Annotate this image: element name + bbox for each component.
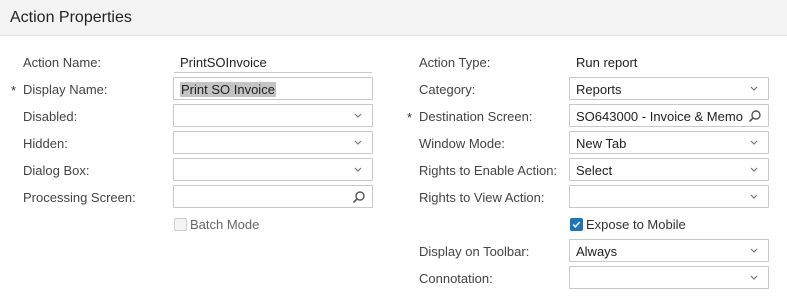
chevron-down-icon	[750, 140, 758, 145]
chevron-down-icon	[750, 248, 758, 253]
page-title: Action Properties	[10, 9, 132, 26]
batch-mode-checkbox[interactable]	[174, 218, 187, 231]
destination-screen-lookup[interactable]: SO643000 - Invoice & Memo	[569, 104, 769, 127]
expose-mobile-label: Expose to Mobile	[586, 217, 686, 232]
category-select[interactable]: Reports	[569, 77, 769, 100]
hidden-select[interactable]	[173, 131, 373, 154]
hidden-label: Hidden:	[23, 136, 68, 151]
chevron-down-icon	[750, 167, 758, 172]
required-marker: *	[11, 83, 17, 98]
window-mode-label: Window Mode:	[419, 136, 505, 151]
magnifier-icon[interactable]	[748, 109, 762, 123]
connotation-label: Connotation:	[419, 271, 493, 286]
display-toolbar-value: Always	[576, 244, 618, 259]
action-name-label: Action Name:	[23, 55, 102, 70]
chevron-down-icon	[354, 140, 362, 145]
required-marker: *	[407, 110, 413, 125]
destination-screen-value: SO643000 - Invoice & Memo	[576, 109, 743, 124]
dialog-box-select[interactable]	[173, 158, 373, 181]
disabled-select[interactable]	[173, 104, 373, 127]
magnifier-icon[interactable]	[352, 190, 366, 204]
dialog-box-label: Dialog Box:	[23, 163, 90, 178]
display-name-value: Print SO Invoice	[180, 82, 276, 97]
display-name-field[interactable]: Print SO Invoice	[173, 77, 373, 100]
processing-screen-label: Processing Screen:	[23, 190, 136, 205]
action-name-underline	[174, 72, 372, 73]
chevron-down-icon	[354, 113, 362, 118]
window-mode-select[interactable]: New Tab	[569, 131, 769, 154]
window-mode-value: New Tab	[576, 136, 627, 151]
action-type-label: Action Type:	[419, 55, 491, 70]
display-toolbar-label: Display on Toolbar:	[419, 244, 530, 259]
connotation-select[interactable]	[569, 266, 769, 289]
action-type-value: Run report	[576, 55, 638, 70]
rights-enable-value: Select	[576, 163, 613, 178]
check-icon	[572, 221, 581, 228]
chevron-down-icon	[750, 275, 758, 280]
rights-enable-select[interactable]: Select	[569, 158, 769, 181]
rights-view-label: Rights to View Action:	[419, 190, 545, 205]
chevron-down-icon	[354, 167, 362, 172]
display-toolbar-select[interactable]: Always	[569, 239, 769, 262]
batch-mode-label: Batch Mode	[190, 217, 260, 232]
disabled-label: Disabled:	[23, 109, 78, 124]
destination-screen-label: Destination Screen:	[419, 109, 533, 124]
expose-mobile-checkbox[interactable]	[570, 218, 583, 231]
chevron-down-icon	[750, 194, 758, 199]
category-label: Category:	[419, 82, 476, 97]
panel-header: Action Properties	[0, 0, 787, 36]
chevron-down-icon	[750, 86, 758, 91]
action-name-value: PrintSOInvoice	[180, 55, 267, 70]
rights-view-select[interactable]	[569, 185, 769, 208]
processing-screen-lookup[interactable]	[173, 185, 373, 208]
rights-enable-label: Rights to Enable Action:	[419, 163, 558, 178]
category-value: Reports	[576, 82, 622, 97]
display-name-label: Display Name:	[23, 82, 108, 97]
